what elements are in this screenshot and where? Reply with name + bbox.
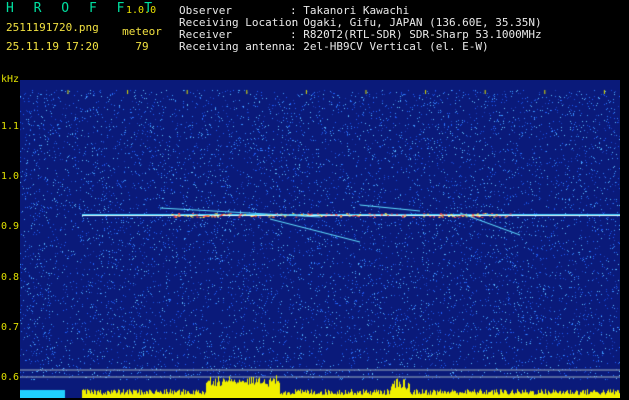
y-tick-label: 1.0	[1, 171, 20, 183]
y-tick-label: 1.1	[1, 121, 20, 132]
y-tick-label: 0.6	[1, 372, 20, 383]
file-datetime: 25.11.19 17:20	[6, 40, 99, 53]
app-version: 1.0.0	[126, 5, 157, 16]
y-tick-label: 0.7	[1, 321, 20, 333]
file-name: 2511191720.png	[6, 21, 99, 34]
detection-count: 79	[135, 40, 149, 53]
antenna-value: : 2el-HB9CV Vertical (el. E-W)	[290, 40, 489, 53]
y-tick-label: 0.8	[1, 271, 20, 283]
detection-label: meteor	[122, 25, 162, 38]
spectrogram-canvas	[20, 80, 620, 398]
y-tick-label: 0.9	[1, 221, 20, 233]
header-panel: H R O F F T 1.0.0 2511191720.png 25.11.1…	[0, 0, 629, 72]
y-axis-unit: kHz	[1, 74, 20, 85]
antenna-label: Receiving antenna	[179, 40, 292, 53]
